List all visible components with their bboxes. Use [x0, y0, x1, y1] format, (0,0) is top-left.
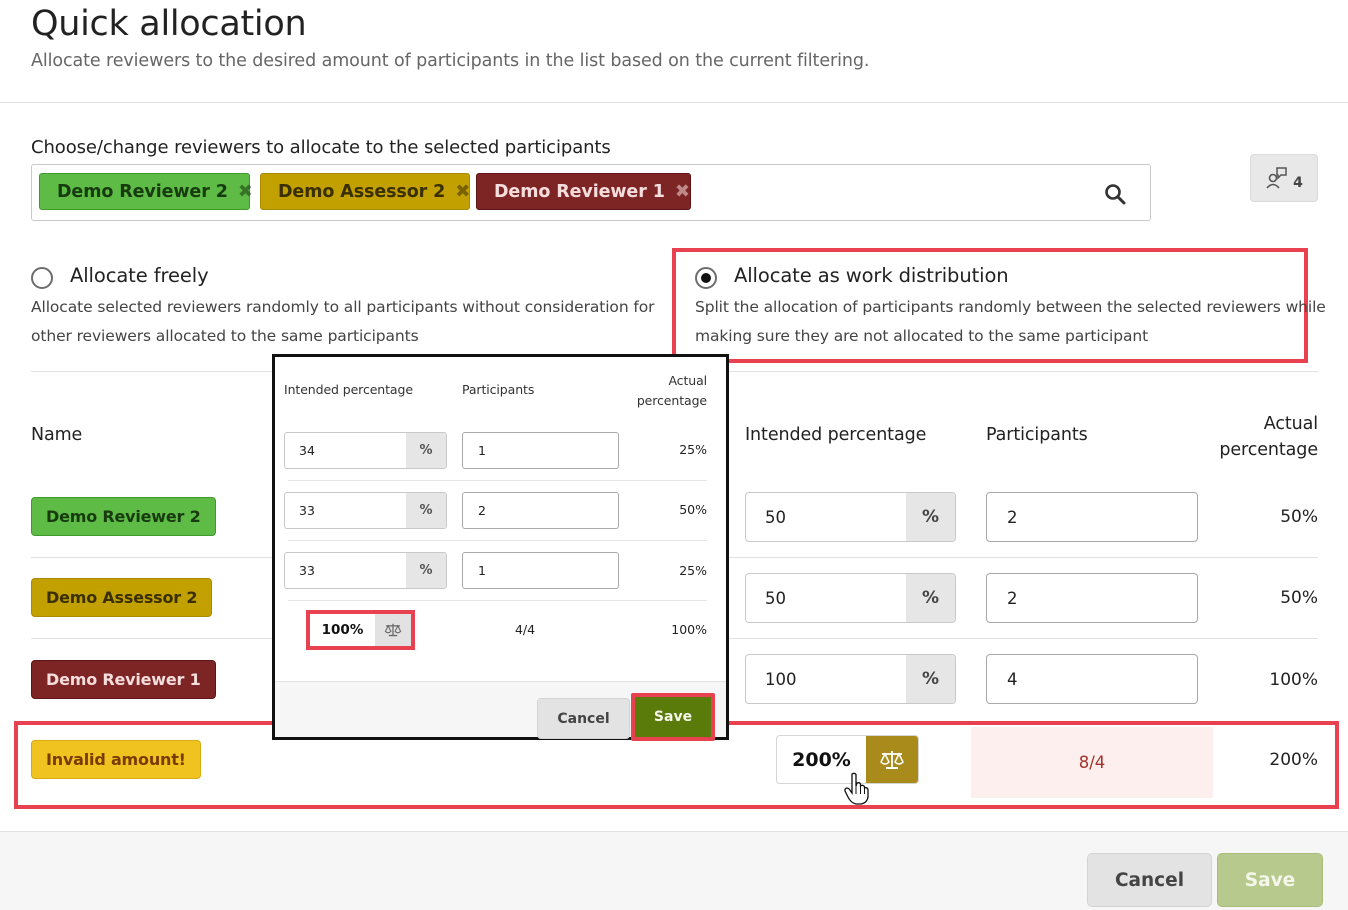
- balance-scale-icon: [880, 750, 904, 769]
- option-title-free: Allocate freely: [70, 264, 209, 287]
- popup-header-intended: Intended percentage: [284, 382, 413, 397]
- reviewer-name-badge: Demo Reviewer 2: [31, 497, 216, 536]
- input-value[interactable]: 100: [746, 655, 906, 703]
- close-icon[interactable]: ✖: [455, 181, 470, 202]
- desc-line: making sure they are not allocated to th…: [695, 327, 1149, 345]
- input-value[interactable]: 33: [285, 493, 406, 528]
- participants-input[interactable]: 4: [986, 654, 1198, 704]
- option-desc-distribution: Split the allocation of participants ran…: [695, 293, 1326, 351]
- participants-input[interactable]: 2: [986, 492, 1198, 542]
- popup-save-button[interactable]: Save: [631, 693, 715, 741]
- reviewer-chip: Demo Reviewer 2 ✖: [39, 173, 253, 210]
- close-icon[interactable]: ✖: [238, 181, 253, 202]
- desc-line: Allocate selected reviewers randomly to …: [31, 298, 655, 316]
- percent-unit: %: [406, 493, 446, 528]
- hand-cursor-icon: [844, 772, 869, 805]
- actual-percentage: 100%: [1269, 670, 1318, 690]
- row-divider: [288, 540, 707, 541]
- desc-line: other reviewers allocated to the same pa…: [31, 327, 419, 345]
- popup-balance-button[interactable]: [375, 614, 411, 646]
- option-title-distribution: Allocate as work distribution: [734, 264, 1009, 287]
- popup-header-actual: Actual percentage: [615, 371, 707, 411]
- header-line: percentage: [636, 393, 707, 408]
- page-title: Quick allocation: [31, 4, 307, 44]
- header-line: percentage: [1219, 440, 1318, 460]
- close-icon[interactable]: ✖: [675, 181, 690, 202]
- column-header-actual: Actual percentage: [1200, 411, 1318, 463]
- reviewer-count: 4: [1293, 175, 1303, 191]
- popup-intended-total[interactable]: 100%: [306, 610, 415, 650]
- reviewer-name-badge: Demo Reviewer 1: [31, 660, 216, 699]
- popup-participants-total: 4/4: [514, 622, 536, 637]
- option-desc-free: Allocate selected reviewers randomly to …: [31, 293, 654, 351]
- input-value[interactable]: 50: [746, 574, 906, 622]
- intended-percentage-input[interactable]: 50 %: [745, 573, 956, 623]
- header-divider: [0, 102, 1348, 103]
- reviewer-chooser-input[interactable]: Demo Reviewer 2 ✖ Demo Assessor 2 ✖ Demo…: [31, 164, 1151, 221]
- percent-unit: %: [906, 574, 955, 622]
- reviewer-chip: Demo Assessor 2 ✖: [260, 173, 470, 210]
- reviewer-chip-label: Demo Assessor 2: [278, 181, 446, 202]
- chooser-label: Choose/change reviewers to allocate to t…: [31, 137, 611, 158]
- reviewer-chip: Demo Reviewer 1 ✖: [476, 173, 691, 210]
- percent-unit: %: [406, 433, 446, 468]
- popup-intended-input[interactable]: 34 %: [284, 432, 447, 469]
- intended-percentage-input[interactable]: 100 %: [745, 654, 956, 704]
- save-button[interactable]: Save: [1217, 853, 1323, 907]
- desc-line: Split the allocation of participants ran…: [695, 298, 1326, 316]
- actual-total: 200%: [1269, 750, 1318, 770]
- reviewer-count-icon: [1266, 167, 1287, 189]
- percent-unit: %: [406, 553, 446, 588]
- participants-total: 8/4: [971, 727, 1213, 798]
- search-icon[interactable]: [1104, 183, 1126, 205]
- percent-unit: %: [906, 655, 955, 703]
- popup-participants-input[interactable]: 1: [462, 552, 619, 589]
- popup-actual-total: 100%: [671, 622, 707, 637]
- popup-header-participants: Participants: [462, 382, 535, 397]
- reviewer-name-badge: Demo Assessor 2: [31, 578, 213, 617]
- popup-intended-input[interactable]: 33 %: [284, 552, 447, 589]
- popup-participants-input[interactable]: 1: [462, 432, 619, 469]
- popup-actual-percentage: 50%: [679, 502, 707, 517]
- actual-percentage: 50%: [1280, 588, 1318, 608]
- row-divider: [288, 480, 707, 481]
- popup-cancel-button[interactable]: Cancel: [537, 698, 630, 739]
- popup-actual-percentage: 25%: [679, 563, 707, 578]
- percent-unit: %: [906, 493, 955, 541]
- column-header-intended: Intended percentage: [745, 425, 927, 445]
- example-popup: Intended percentage Participants Actual …: [272, 354, 729, 741]
- popup-intended-input[interactable]: 33 %: [284, 492, 447, 529]
- page-subtitle: Allocate reviewers to the desired amount…: [31, 51, 870, 71]
- participants-input[interactable]: 2: [986, 573, 1198, 623]
- column-header-name: Name: [31, 425, 83, 445]
- popup-intended-total-value: 100%: [321, 622, 364, 638]
- reviewer-chip-label: Demo Reviewer 2: [57, 181, 228, 202]
- radio-allocate-freely[interactable]: [31, 267, 53, 289]
- radio-allocate-distribution[interactable]: [695, 267, 717, 289]
- input-value[interactable]: 33: [285, 553, 406, 588]
- actual-percentage: 50%: [1280, 507, 1318, 527]
- input-value[interactable]: 50: [746, 493, 906, 541]
- header-line: Actual: [668, 373, 707, 388]
- balance-scale-icon: [384, 623, 402, 637]
- intended-percentage-input[interactable]: 50 %: [745, 492, 956, 542]
- column-header-participants: Participants: [986, 425, 1088, 445]
- input-value[interactable]: 34: [285, 433, 406, 468]
- row-divider: [288, 600, 707, 601]
- popup-participants-input[interactable]: 2: [462, 492, 619, 529]
- header-line: Actual: [1263, 414, 1318, 434]
- cancel-button[interactable]: Cancel: [1087, 853, 1212, 907]
- invalid-amount-badge: Invalid amount!: [31, 740, 201, 779]
- balance-button[interactable]: [866, 736, 918, 783]
- popup-actual-percentage: 25%: [679, 442, 707, 457]
- reviewer-chip-label: Demo Reviewer 1: [494, 181, 665, 202]
- reviewer-count-button[interactable]: 4: [1250, 154, 1318, 202]
